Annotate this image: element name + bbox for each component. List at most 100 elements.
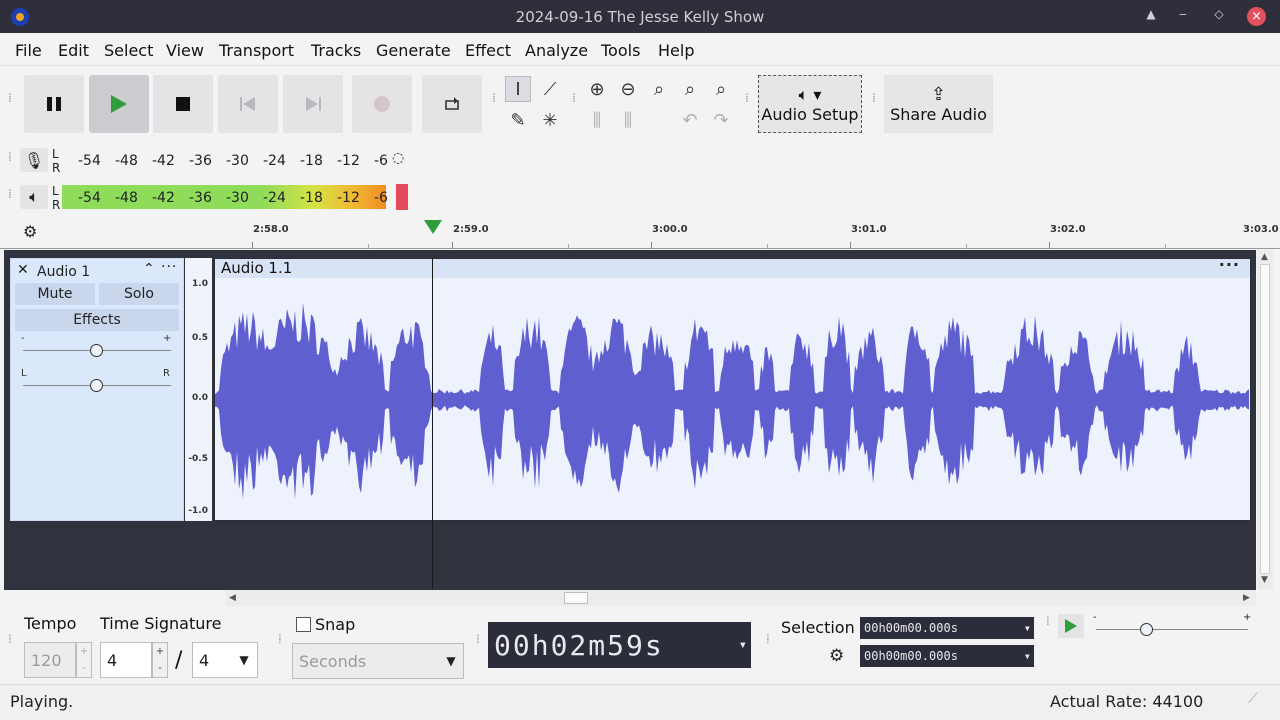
chevron-down-icon[interactable]: ▾ [739,637,749,653]
share-audio-button[interactable]: ⇪ Share Audio [884,75,993,133]
multi-tool-icon[interactable]: ✳ [537,107,563,133]
menu-generate[interactable]: Generate [376,41,451,60]
mute-button[interactable]: Mute [15,283,95,305]
selection-end-time[interactable]: 00h00m00.000s ▾ [860,645,1034,667]
clip-header[interactable]: Audio 1.1 ··· [215,255,1250,278]
skip-to-start-button[interactable] [218,75,278,133]
pan-slider[interactable] [90,379,103,392]
tools-grip[interactable]: ⁞ [492,92,498,104]
waveform[interactable] [215,279,1250,520]
maximize-window-icon[interactable]: ◇ [1209,7,1229,21]
play-button[interactable] [89,75,149,133]
vertical-scroll-thumb[interactable] [1260,264,1270,574]
redo-icon[interactable]: ↷ [708,107,734,133]
chevron-down-icon[interactable]: ▾ [1024,649,1031,663]
scroll-right-icon[interactable]: ▶ [1243,593,1250,603]
horizontal-scroll-thumb[interactable] [564,592,588,604]
track-menu-icon[interactable]: ··· [161,259,177,275]
record-button[interactable] [352,75,412,133]
microphone-icon[interactable]: 🎙︎ [20,148,48,172]
undo-icon[interactable]: ↶ [677,107,703,133]
time-grip[interactable]: ⁞ [476,633,482,645]
speaker-meter-icon[interactable]: 🔈︎ [20,185,48,209]
menu-transport[interactable]: Transport [219,41,294,60]
skip-to-end-button[interactable] [283,75,343,133]
minimize-window-icon[interactable]: ‒ [1173,7,1193,21]
snap-grip[interactable]: ⁞ [278,633,284,645]
selection-tool-icon[interactable]: I [505,76,531,102]
menu-tools[interactable]: Tools [601,41,640,60]
vertical-scrollbar[interactable]: ▲ ▼ [1257,250,1273,589]
snap-checkbox[interactable] [296,617,311,632]
play-at-speed-button[interactable] [1058,614,1084,638]
solo-button[interactable]: Solo [99,283,179,305]
timeline-settings-icon[interactable]: ⚙ [23,222,37,241]
menu-edit[interactable]: Edit [58,41,89,60]
close-window-icon[interactable]: × [1247,7,1266,26]
amplitude-ruler[interactable]: 1.0 0.5 0.0 -0.5 -1.0 [184,258,213,521]
silence-audio-icon[interactable]: ⫼ [615,107,641,133]
play-at-speed-grip[interactable]: ⁞ [1046,615,1052,627]
fit-selection-icon[interactable]: ⌕ [646,76,672,102]
fit-project-icon[interactable]: ⌕ [677,76,703,102]
clip-name[interactable]: Audio 1.1 [221,259,292,277]
scroll-down-icon[interactable]: ▼ [1261,575,1268,585]
horizontal-scrollbar[interactable]: ◀ ▶ [226,590,1256,606]
playhead-marker[interactable] [424,220,442,234]
menu-file[interactable]: File [15,41,42,60]
effects-button[interactable]: Effects [15,309,179,331]
stop-button[interactable] [153,75,213,133]
time-sig-numerator-stepper[interactable]: + - [152,642,168,678]
resize-grip-icon[interactable]: ⟋ [1248,691,1258,707]
audio-clip[interactable]: Audio 1.1 ··· [214,255,1251,521]
record-meter-clip-indicator[interactable]: ◌ [392,150,404,166]
trim-audio-icon[interactable]: ⫼ [584,107,610,133]
zoom-in-icon[interactable]: ⊕ [584,76,610,102]
gain-slider[interactable] [90,344,103,357]
timeline-ruler[interactable]: ⚙ 2:58.0 2:59.0 3:00.0 3:01.0 3:02.0 3:0… [0,216,1280,249]
scroll-up-icon[interactable]: ▲ [1261,252,1268,262]
play-meter-grip[interactable]: ⁞ [8,188,14,200]
time-sig-numerator[interactable]: 4 [100,642,152,678]
playback-speed-slider[interactable] [1140,623,1153,636]
selection-grip[interactable]: ⁞ [766,633,772,645]
timeline-tick-label: 2:58.0 [253,224,289,235]
envelope-tool-icon[interactable]: ⟋ [537,76,563,102]
playback-clip-indicator[interactable] [396,184,408,210]
share-icon: ⇪ [930,84,947,105]
draw-tool-icon[interactable]: ✎ [505,107,531,133]
audio-setup-grip[interactable]: ⁞ [745,92,751,104]
menu-tracks[interactable]: Tracks [311,41,361,60]
edit-grip[interactable]: ⁞ [572,92,578,104]
record-meter-grip[interactable]: ⁞ [8,151,14,163]
share-grip[interactable]: ⁞ [872,92,878,104]
selection-start-time[interactable]: 00h00m00.000s ▾ [860,617,1034,639]
chevron-down-icon[interactable]: ▼ [232,642,256,678]
menu-view[interactable]: View [166,41,204,60]
zoom-toggle-icon[interactable]: ⌕ [708,76,734,102]
clip-menu-icon[interactable]: ··· [1219,255,1240,274]
tempo-stepper[interactable]: + - [76,642,92,678]
menu-help[interactable]: Help [658,41,694,60]
track-name[interactable]: Audio 1 [37,264,90,280]
track-control-panel[interactable]: ✕ Audio 1 ⌃ ··· Mute Solo Effects - + L … [10,258,184,521]
audio-position-display[interactable]: 00h02m59s ▾ [488,622,751,668]
zoom-out-icon[interactable]: ⊖ [615,76,641,102]
shade-window-icon[interactable]: ▲ [1141,7,1161,21]
chevron-down-icon[interactable]: ▼ [439,643,463,679]
loop-button[interactable] [422,75,482,133]
menu-select[interactable]: Select [104,41,153,60]
menu-analyze[interactable]: Analyze [525,41,588,60]
selection-settings-icon[interactable]: ⚙ [829,646,844,666]
scroll-left-icon[interactable]: ◀ [229,593,236,603]
meter-tick: -6 [374,190,388,206]
collapse-track-icon[interactable]: ⌃ [143,261,155,277]
toolbar-grip[interactable]: ⁞ [8,92,14,104]
close-track-icon[interactable]: ✕ [17,262,29,278]
menu-effect[interactable]: Effect [465,41,511,60]
pause-button[interactable] [24,75,84,133]
chevron-down-icon[interactable]: ▾ [1024,621,1031,635]
time-sig-grip[interactable]: ⁞ [8,633,14,645]
tempo-input[interactable]: 120 [24,642,76,678]
audio-setup-button[interactable]: 🔈︎ ▾ Audio Setup [758,75,862,133]
